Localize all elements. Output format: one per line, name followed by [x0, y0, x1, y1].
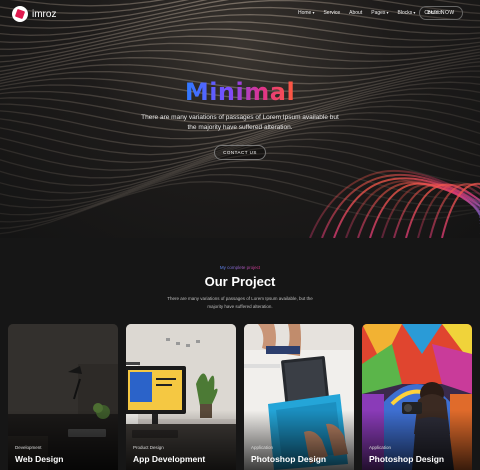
card-category: Application: [369, 445, 392, 450]
nav-item-pages[interactable]: Pages: [371, 10, 388, 16]
section-kicker-text: My complete project: [219, 265, 261, 270]
logo-icon: [12, 6, 28, 22]
nav-item-home[interactable]: Home: [298, 10, 314, 16]
card-title[interactable]: App Development: [133, 454, 205, 464]
card-category: Application: [251, 445, 274, 450]
card-title[interactable]: Photoshop Design: [369, 454, 444, 464]
buy-now-button[interactable]: BUY NOW: [419, 6, 463, 20]
card-category: Product Design: [133, 445, 164, 450]
nav-item-service[interactable]: Service: [323, 10, 340, 16]
project-card[interactable]: Application Photoshop Design: [362, 324, 472, 470]
contact-us-button[interactable]: CONTACT US: [214, 145, 266, 160]
project-cards: Development Web Design Product Design Ap…: [8, 324, 472, 470]
project-card[interactable]: Development Web Design: [8, 324, 118, 470]
section-title: Our Project: [204, 274, 276, 289]
wave-line: [0, 159, 480, 216]
section-kicker: My complete project: [0, 265, 480, 270]
brand-name: imroz: [32, 8, 57, 20]
brand-logo[interactable]: imroz: [12, 6, 56, 22]
hero-title: Minimal: [0, 78, 480, 106]
card-category: Development: [15, 445, 42, 450]
top-navigation: imroz Home Service About Pages Blocks Co…: [0, 0, 480, 28]
nav-item-about[interactable]: About: [349, 10, 362, 16]
nav-item-blocks[interactable]: Blocks: [398, 10, 416, 16]
hero-section: imroz Home Service About Pages Blocks Co…: [0, 0, 480, 238]
card-title[interactable]: Photoshop Design: [251, 454, 326, 464]
card-title[interactable]: Web Design: [15, 454, 64, 464]
project-card[interactable]: Product Design App Development: [126, 324, 236, 470]
project-card[interactable]: Application Photoshop Design: [244, 324, 354, 470]
section-subtitle: There are many variations of passages of…: [167, 296, 313, 309]
hero-subtitle: There are many variations of passages of…: [141, 114, 339, 131]
hero-title-text: Minimal: [184, 78, 296, 106]
